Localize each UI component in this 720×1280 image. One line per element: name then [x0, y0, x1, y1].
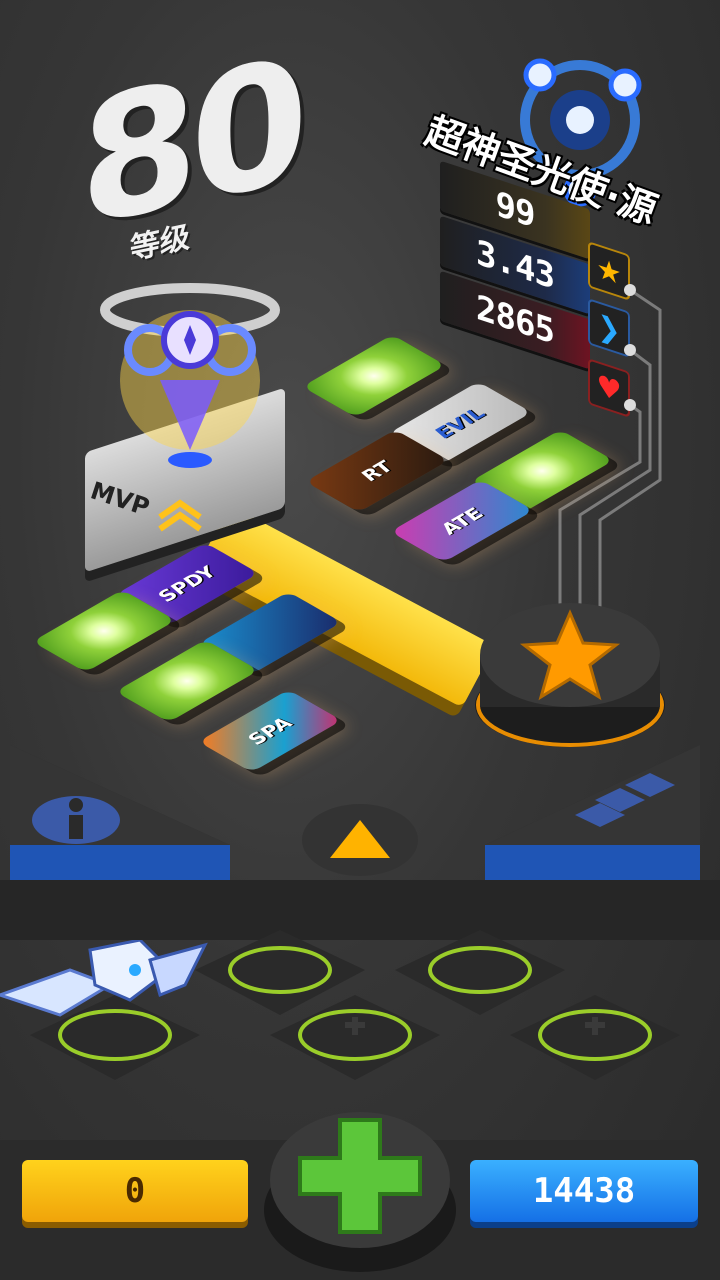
tile-label: RT	[354, 458, 400, 484]
white-robot-icon[interactable]	[0, 940, 210, 1040]
tile-label: EVIL	[428, 404, 492, 442]
blocks-menu-button[interactable]	[485, 745, 700, 895]
gem-value: 14438	[532, 1171, 636, 1211]
chevron-up-icon	[158, 499, 202, 532]
hero-slot[interactable]	[510, 995, 680, 1095]
tile-label: ATE	[433, 504, 491, 538]
hero-slot[interactable]	[270, 995, 440, 1095]
circuit-lines	[558, 284, 662, 610]
gem-counter: 14438	[470, 1160, 698, 1222]
add-hero-button[interactable]	[262, 1100, 458, 1275]
gold-value: 0	[124, 1171, 146, 1211]
tile-label: SPDY	[151, 563, 223, 605]
champion-robot-icon[interactable]	[90, 270, 290, 490]
star-button[interactable]	[470, 595, 670, 755]
up-arrow-button[interactable]	[300, 800, 420, 880]
green-gem-tile[interactable]	[302, 334, 446, 418]
gold-counter: 0	[22, 1160, 248, 1222]
info-button[interactable]	[10, 745, 230, 895]
tile-label: SPA	[241, 714, 299, 748]
